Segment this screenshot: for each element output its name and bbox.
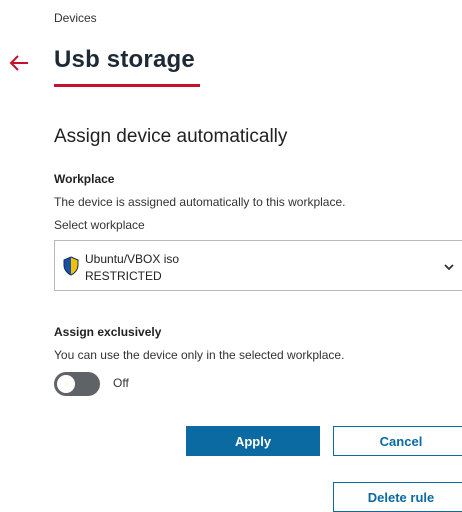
apply-button[interactable]: Apply — [186, 426, 320, 456]
selected-workplace-status: RESTRICTED — [85, 269, 162, 283]
cancel-button[interactable]: Cancel — [333, 426, 462, 456]
back-arrow-icon[interactable] — [8, 52, 30, 74]
title-underline — [54, 84, 200, 87]
breadcrumb[interactable]: Devices — [54, 11, 97, 25]
shield-icon — [63, 256, 79, 276]
workplace-label: Workplace — [54, 172, 115, 186]
workplace-select[interactable]: Ubuntu/VBOX iso RESTRICTED — [54, 240, 462, 291]
chevron-down-icon[interactable] — [443, 260, 455, 272]
exclusive-toggle[interactable] — [54, 372, 100, 396]
toggle-knob — [57, 375, 75, 393]
select-workplace-label: Select workplace — [54, 218, 145, 232]
exclusive-label: Assign exclusively — [54, 325, 162, 339]
page-title: Usb storage — [54, 46, 195, 73]
workplace-description: The device is assigned automatically to … — [54, 195, 346, 209]
exclusive-description: You can use the device only in the selec… — [54, 348, 345, 362]
selected-workplace-name: Ubuntu/VBOX iso — [85, 252, 180, 266]
toggle-state-label: Off — [113, 376, 129, 390]
section-title: Assign device automatically — [54, 126, 288, 147]
delete-rule-button[interactable]: Delete rule — [333, 482, 462, 512]
